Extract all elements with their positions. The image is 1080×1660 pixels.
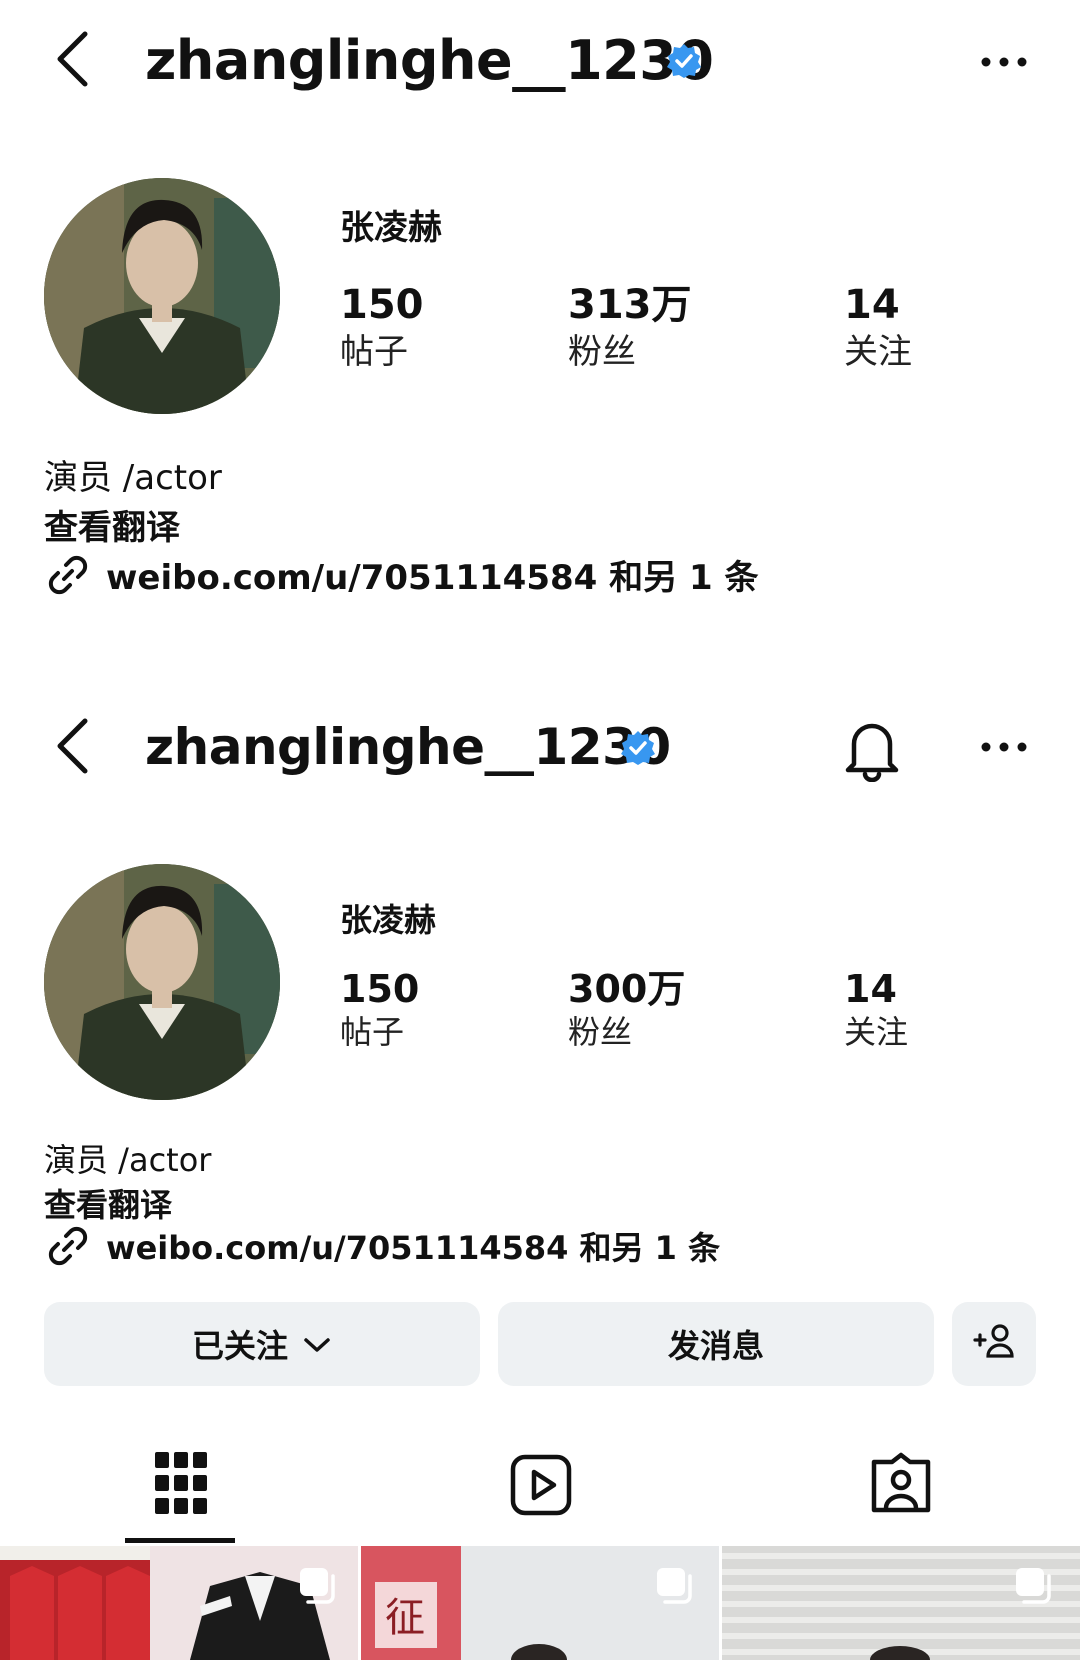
back-icon[interactable]	[45, 24, 105, 94]
see-translation-link[interactable]: 查看翻译	[44, 1180, 172, 1226]
stat-label: 关注	[844, 1013, 909, 1051]
profile-link[interactable]: weibo.com/u/7051114584 和另 1 条	[44, 550, 758, 599]
link-text: weibo.com/u/7051114584 和另 1 条	[106, 558, 759, 598]
active-tab-indicator	[125, 1538, 235, 1543]
verified-icon	[666, 43, 702, 79]
display-name: 张凌赫	[340, 901, 437, 939]
following-label: 已关注	[191, 1327, 288, 1365]
tagged-icon[interactable]	[870, 1452, 932, 1514]
message-label: 发消息	[667, 1327, 764, 1365]
stat-posts[interactable]: 150 帖子	[340, 285, 424, 369]
stat-label: 粉丝	[568, 1013, 633, 1051]
message-button[interactable]: 发消息	[498, 1302, 934, 1386]
more-icon[interactable]	[974, 47, 1034, 77]
avatar[interactable]	[44, 864, 280, 1100]
following-button[interactable]: 已关注	[44, 1302, 480, 1386]
add-person-icon	[972, 1320, 1016, 1368]
reels-icon[interactable]	[510, 1454, 572, 1516]
stat-label: 粉丝	[568, 332, 636, 372]
stat-label: 帖子	[340, 1013, 405, 1051]
svg-text:征: 征	[385, 1595, 425, 1641]
stat-followers[interactable]: 300万 粉丝	[568, 970, 685, 1048]
post-thumbnail[interactable]	[722, 1546, 1080, 1660]
stat-value: 14	[844, 967, 897, 1011]
profile-link[interactable]: weibo.com/u/7051114584 和另 1 条	[44, 1222, 720, 1270]
link-icon	[44, 1222, 92, 1270]
stat-value: 14	[844, 282, 900, 328]
post-thumbnail[interactable]: 征	[361, 1546, 719, 1660]
multi-post-icon	[655, 1566, 695, 1610]
stat-value: 150	[340, 967, 420, 1011]
verified-icon	[620, 730, 656, 766]
avatar[interactable]	[44, 178, 280, 414]
post-thumbnail[interactable]	[0, 1546, 358, 1660]
bell-icon[interactable]	[840, 712, 904, 783]
stat-label: 帖子	[340, 332, 408, 372]
bio: 演员 /actor	[44, 458, 222, 498]
grid-icon[interactable]	[155, 1452, 207, 1514]
stat-followers[interactable]: 313万 粉丝	[568, 285, 692, 369]
stat-value: 313万	[568, 282, 692, 328]
stat-value: 300万	[568, 967, 686, 1011]
back-icon[interactable]	[45, 711, 105, 781]
link-icon	[44, 551, 92, 599]
link-text: weibo.com/u/7051114584 和另 1 条	[106, 1229, 721, 1267]
bio: 演员 /actor	[44, 1141, 212, 1179]
more-icon[interactable]	[974, 732, 1034, 762]
username: zhanglinghe__1230	[145, 29, 714, 92]
stat-value: 150	[340, 282, 424, 328]
suggested-users-button[interactable]	[952, 1302, 1036, 1386]
stat-following[interactable]: 14 关注	[844, 970, 908, 1048]
multi-post-icon	[298, 1566, 338, 1610]
display-name: 张凌赫	[340, 208, 442, 248]
multi-post-icon	[1014, 1566, 1054, 1610]
stat-label: 关注	[844, 332, 912, 372]
chevron-down-icon	[302, 1325, 332, 1363]
username: zhanglinghe__1230	[145, 718, 671, 776]
stat-posts[interactable]: 150 帖子	[340, 970, 419, 1048]
stat-following[interactable]: 14 关注	[844, 285, 912, 369]
see-translation-link[interactable]: 查看翻译	[44, 500, 180, 549]
